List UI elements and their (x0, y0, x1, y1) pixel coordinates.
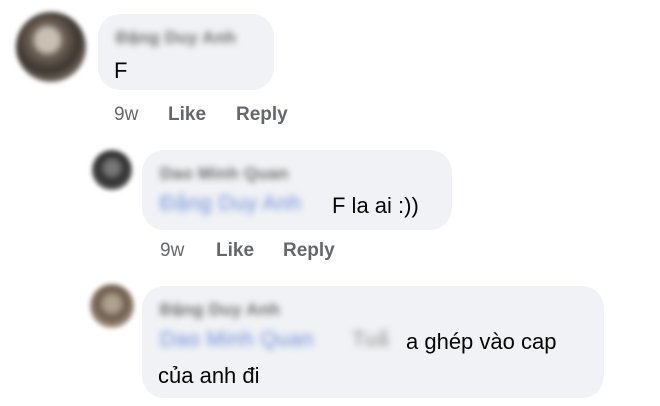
like-button[interactable]: Like (216, 240, 254, 262)
mention-link[interactable]: Dao Minh Quan (160, 328, 314, 352)
comment-text-line2: của anh đi (158, 363, 260, 388)
comment-author[interactable]: Đặng Duy Anh (116, 28, 236, 48)
avatar[interactable] (92, 150, 132, 190)
comment-author[interactable]: Dao Minh Quan (160, 164, 289, 184)
comment-time[interactable]: 9w (114, 104, 138, 126)
mention-link-extra[interactable]: Tuấ (352, 328, 389, 352)
comment-text: F la ai :)) (332, 193, 419, 218)
comment-author[interactable]: Đặng Duy Anh (160, 300, 280, 320)
avatar[interactable] (16, 12, 86, 82)
reply-button[interactable]: Reply (236, 104, 288, 126)
comment-text: F (114, 58, 128, 83)
like-button[interactable]: Like (168, 104, 206, 126)
mention-link[interactable]: Đặng Duy Anh (160, 192, 301, 216)
comment-bubble: Đặng Duy Anh Dao Minh Quan Tuấ a ghép và… (142, 286, 604, 398)
comment-text-line1: a ghép vào cap (406, 329, 557, 354)
comment-bubble: Dao Minh Quan Đặng Duy Anh F la ai :)) (142, 150, 452, 230)
comment-time[interactable]: 9w (160, 240, 184, 262)
comment-bubble: Đặng Duy Anh F (98, 14, 274, 90)
reply-button[interactable]: Reply (283, 240, 335, 262)
avatar[interactable] (90, 284, 134, 328)
